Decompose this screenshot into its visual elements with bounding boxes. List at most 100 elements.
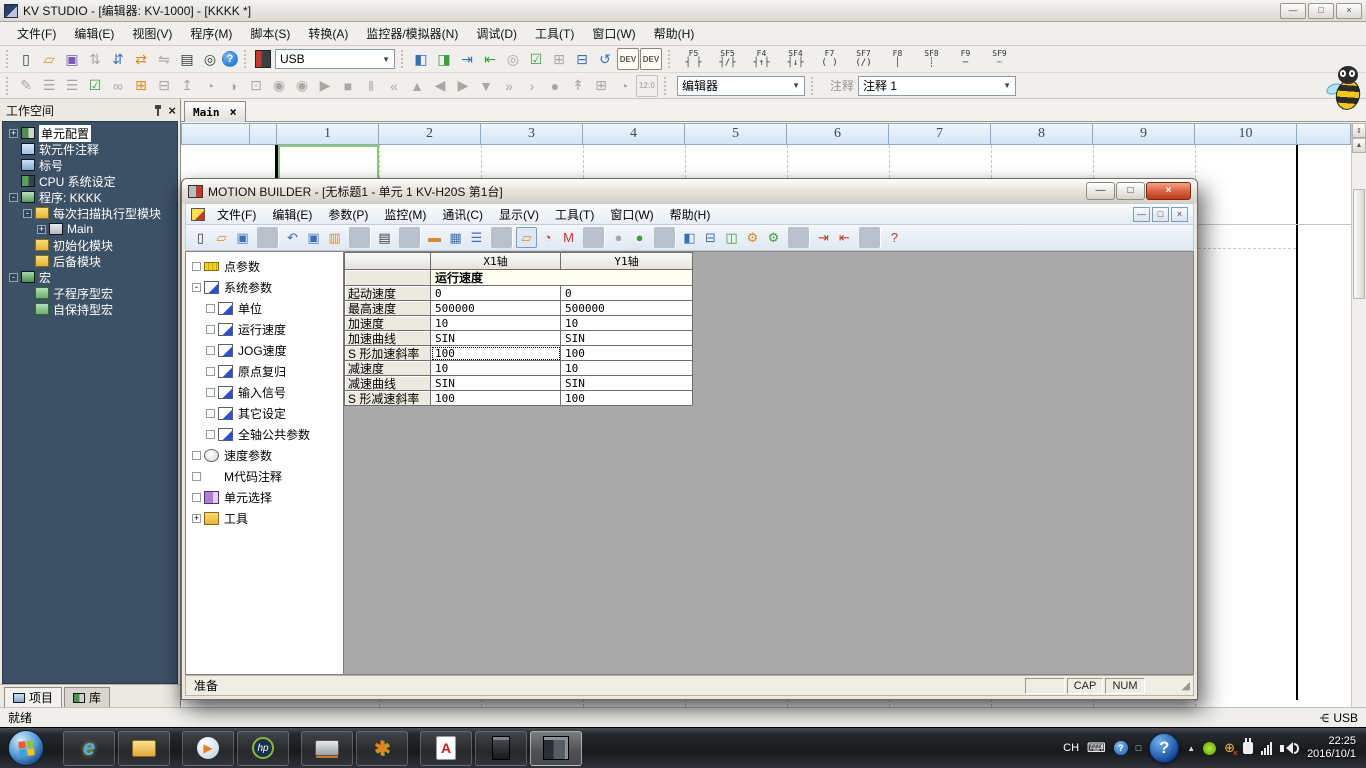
parameter-tree-item[interactable]: 单位 [186,298,343,319]
mdi-close-button[interactable]: × [1171,207,1188,222]
ladder-fkey-button[interactable]: SF7 (/) [847,47,880,71]
pause-icon[interactable]: ‖ [360,75,382,97]
workspace-tree-item[interactable]: 自保持型宏 [3,301,177,317]
open-icon[interactable]: ▱ [211,227,232,248]
ladder-fkey-button[interactable]: F5 ┤ ├ [677,47,710,71]
expander-icon[interactable] [23,241,32,250]
taskbar-plc-button[interactable] [475,731,527,766]
workspace-tree-item[interactable]: 初始化模块 [3,237,177,253]
restore-tray-icon[interactable]: □ [1136,743,1141,753]
parameter-tree-item[interactable]: 运行速度 [186,319,343,340]
compare-icon[interactable]: ⇋ [153,48,175,70]
x1-value-cell[interactable]: 10 [431,316,561,331]
expander-icon[interactable] [9,161,18,170]
y1-value-cell[interactable]: SIN [561,331,693,346]
ladder-fkey-button[interactable]: F7 ( ) [813,47,846,71]
break-icon[interactable]: ● [544,75,566,97]
mb-toolbar-icon[interactable] [788,227,809,248]
dev-monitor-icon[interactable]: DEV [617,48,639,70]
register-monitor-icon[interactable]: ⊞ [130,75,152,97]
column-header-x1[interactable]: X1轴 [431,253,561,270]
write-to-plc-icon[interactable]: ⇵ [107,48,129,70]
mb-toolbar-icon[interactable] [859,227,880,248]
expander-icon[interactable]: + [9,129,18,138]
mb-menu-item[interactable]: 工具(T) [547,203,602,226]
expander-icon[interactable] [9,177,18,186]
editor-vscrollbar[interactable]: ⇕ ▲ [1351,123,1366,707]
expander-icon[interactable]: + [192,514,201,523]
workspace-tree-item[interactable]: 后备模块 [3,253,177,269]
refresh-icon[interactable]: ↺ [594,48,616,70]
connection-combo[interactable]: USB ▼ [275,49,395,69]
ladder-fkey-button[interactable]: SF9 ┄ [983,47,1016,71]
drag-hand-icon[interactable]: ↥ [176,75,198,97]
menu-item[interactable]: 编辑(E) [65,22,123,45]
expander-icon[interactable] [9,145,18,154]
batch-monitor-icon[interactable]: ⊟ [571,48,593,70]
x1-value-cell[interactable]: SIN [431,376,561,391]
workspace-tree-item[interactable]: + Main [3,221,177,237]
mb-menu-item[interactable]: 窗口(W) [602,203,661,226]
system-params-icon[interactable]: ▱ [516,227,537,248]
new-icon[interactable]: ▯ [190,227,211,248]
motion-builder-titlebar[interactable]: MOTION BUILDER - [无标题1 - 单元 1 KV-H20S 第1… [182,179,1197,203]
workspace-tree-item[interactable]: 子程序型宏 [3,285,177,301]
taskbar-motion-builder-button[interactable] [530,731,582,766]
taskbar-photos-button[interactable]: ✱ [356,731,408,766]
mb-menu-item[interactable]: 文件(F) [209,203,264,226]
stopwatch-icon[interactable]: ◔ [199,75,221,97]
toolbar-grip[interactable] [401,50,406,68]
mb-toolbar-icon[interactable] [399,227,420,248]
taskbar-laptop-button[interactable] [301,731,353,766]
tab-main[interactable]: Main × [184,101,246,122]
mb-menu-item[interactable]: 显示(V) [491,203,547,226]
gear-run-icon[interactable]: ⚙ [763,227,784,248]
expander-icon[interactable]: - [23,209,32,218]
parameter-tree-item[interactable]: 单元选择 [186,487,343,508]
print-icon[interactable]: ▤ [176,48,198,70]
parameter-tree-item[interactable]: + 工具 [186,508,343,529]
plc-connection-icon[interactable] [255,50,271,68]
expander-icon[interactable]: - [9,193,18,202]
volume-icon[interactable] [1280,742,1299,754]
mb-menu-item[interactable]: 通讯(C) [434,203,491,226]
workspace-tree-item[interactable]: - 宏 [3,269,177,285]
split-handle-icon[interactable]: ⇕ [1352,123,1366,138]
expander-icon[interactable] [206,304,215,313]
x1-value-cell[interactable]: 500000 [431,301,561,316]
y1-value-cell[interactable]: 0 [561,286,693,301]
parameter-tree-item[interactable]: 全轴公共参数 [186,424,343,445]
stopwatch2-icon[interactable]: ◑ [222,75,244,97]
workspace-tree-item[interactable]: - 每次扫描执行型模块 [3,205,177,221]
expander-icon[interactable]: + [37,225,46,234]
taskbar-ie-button[interactable]: e [63,731,115,766]
plc-transfer-icon[interactable]: ⇤ [479,48,501,70]
ladder-fkey-button[interactable]: SF4 ┤↓├ [779,47,812,71]
menu-item[interactable]: 视图(V) [123,22,181,45]
x1-value-cell[interactable]: 100 [431,391,561,406]
parameter-tree-item[interactable]: - 系统参数 [186,277,343,298]
pin-icon[interactable] [154,105,162,116]
run-to-cursor-icon[interactable]: › [521,75,543,97]
record-icon[interactable]: ◉ [268,75,290,97]
close-panel-icon[interactable]: × [168,105,176,116]
workspace-tab[interactable]: 库 [64,687,110,707]
save-icon[interactable]: ▣ [61,48,83,70]
jump-in-icon[interactable]: ⇥ [813,227,834,248]
mcode-comment-icon[interactable]: M [558,227,579,248]
clock[interactable]: 22:25 2016/10/1 [1307,735,1356,761]
expander-icon[interactable] [192,451,201,460]
expander-icon[interactable] [192,472,201,481]
menu-item[interactable]: 监控器/模拟器(N) [357,22,467,45]
taskbar-hp-button[interactable]: hp [237,731,289,766]
expander-icon[interactable] [23,257,32,266]
point-list-icon[interactable]: ☰ [466,227,487,248]
workspace-tree-item[interactable]: CPU 系统设定 [3,173,177,189]
workspace-tab[interactable]: 项目 [4,687,62,707]
gear-icon[interactable]: ⚙ [742,227,763,248]
help-tray-icon[interactable]: ? [1114,741,1128,755]
toolbar-grip[interactable] [668,50,673,68]
mb-toolbar-icon[interactable] [491,227,512,248]
mb-toolbar-icon[interactable] [257,227,278,248]
parameter-tree-item[interactable]: 其它设定 [186,403,343,424]
